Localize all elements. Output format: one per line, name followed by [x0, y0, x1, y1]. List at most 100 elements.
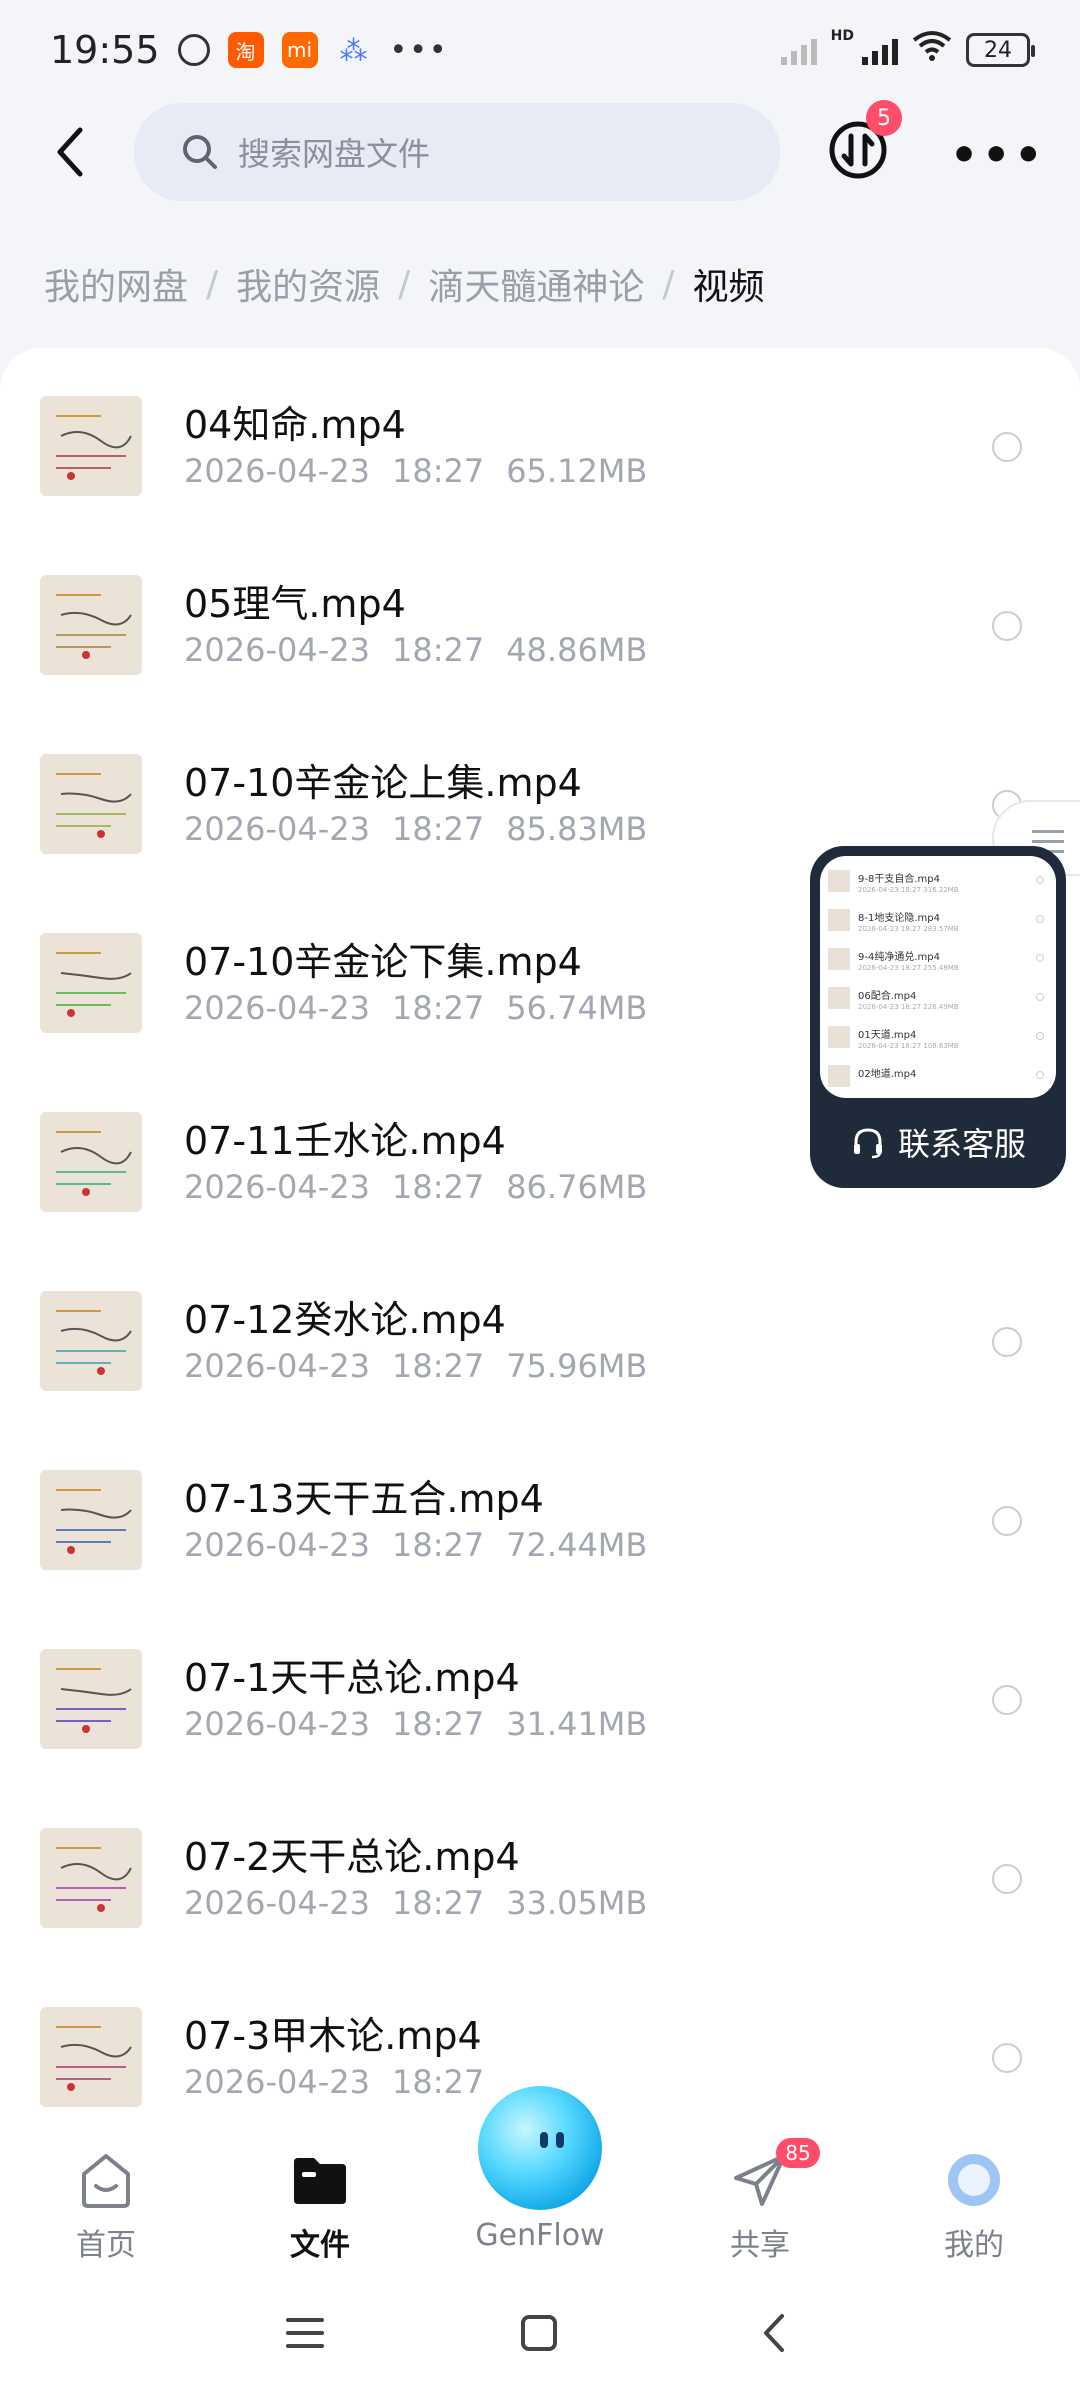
back-triangle-icon[interactable]	[750, 2308, 800, 2358]
home-square-icon[interactable]	[514, 2308, 564, 2358]
file-row[interactable]: 04知命.mp4 2026-04-23 18:27 65.12MB	[0, 348, 1080, 501]
alarm-icon	[177, 34, 210, 66]
file-name: 07-2天干总论.mp4	[184, 1835, 520, 1879]
breadcrumb-item-my-drive[interactable]: 我的网盘	[44, 258, 188, 310]
more-options-button[interactable]: •••	[950, 130, 1046, 181]
preview-row: 01天道.mp4 2026-04-23 18:27 108.63MB	[828, 1022, 1048, 1062]
file-time: 18:27	[391, 1168, 485, 1206]
floating-preview-screen: 9-8干支自合.mp4 2026-04-23 18:27 316.22MB 8-1地…	[820, 856, 1056, 1098]
back-button[interactable]	[40, 122, 100, 182]
file-row[interactable]: 07-2天干总论.mp4 2026-04-23 18:27 33.05MB	[0, 1754, 1080, 1933]
preview-file-name: 02地道.mp4	[858, 1069, 917, 1080]
file-row[interactable]: 07-13天干五合.mp4 2026-04-23 18:27 72.44MB	[0, 1396, 1080, 1575]
more-notifications-icon: •••	[389, 32, 449, 68]
file-name: 07-13天干五合.mp4	[184, 1477, 544, 1521]
breadcrumb-item-my-resources[interactable]: 我的资源	[236, 258, 380, 310]
file-meta: 2026-04-23 18:27 86.76MB	[184, 1168, 647, 1206]
menu-icon[interactable]	[280, 2308, 330, 2358]
file-meta: 2026-04-23 18:27 56.74MB	[184, 989, 647, 1027]
nav-files[interactable]: 文件	[240, 2148, 400, 2264]
nav-genflow-label[interactable]: GenFlow	[460, 2218, 620, 2253]
floating-preview-window[interactable]: 9-8干支自合.mp4 2026-04-23 18:27 316.22MB 8-1地…	[810, 846, 1066, 1188]
bottom-nav: 首页 文件 GenFlow 共享 85 我的	[0, 2086, 1080, 2268]
nav-home[interactable]: 首页	[26, 2148, 186, 2264]
video-thumbnail	[40, 1828, 142, 1928]
preview-checkbox	[1036, 954, 1044, 962]
file-size: 86.76MB	[506, 1168, 648, 1206]
file-date: 2026-04-23	[184, 1705, 370, 1743]
headset-icon	[853, 1128, 882, 1159]
preview-file-meta: 2026-04-23 18:27 108.63MB	[858, 1042, 959, 1050]
search-input[interactable]: 搜索网盘文件	[134, 103, 780, 201]
file-row[interactable]: 07-12癸水论.mp4 2026-04-23 18:27 75.96MB	[0, 1217, 1080, 1396]
preview-row: 8-1地支论隐.mp4 2026-04-23 18:27 283.57MB	[828, 905, 1048, 945]
breadcrumb-separator: /	[662, 263, 675, 305]
select-checkbox[interactable]	[992, 1685, 1022, 1715]
preview-thumbnail	[828, 1026, 850, 1048]
status-bar: 19:55 淘 mi ⁂ ••• HD 24	[0, 0, 1080, 100]
file-time: 18:27	[391, 2063, 485, 2101]
preview-row: 06配合.mp4 2026-04-23 18:27 226.49MB	[828, 983, 1048, 1023]
file-date: 2026-04-23	[184, 1884, 370, 1922]
avatar-icon	[948, 2154, 1000, 2206]
file-date: 2026-04-23	[184, 989, 370, 1027]
preview-thumbnail	[828, 948, 850, 970]
file-row[interactable]: 07-1天干总论.mp4 2026-04-23 18:27 31.41MB	[0, 1575, 1080, 1754]
file-meta: 2026-04-23 18:27	[184, 2063, 506, 2101]
select-checkbox[interactable]	[992, 1864, 1022, 1894]
preview-thumbnail	[828, 909, 850, 931]
file-name: 07-12癸水论.mp4	[184, 1298, 506, 1342]
video-thumbnail	[40, 754, 142, 854]
file-size: 48.86MB	[506, 631, 648, 669]
preview-file-meta: 2026-04-23 18:27 226.49MB	[858, 1003, 959, 1011]
preview-checkbox	[1036, 876, 1044, 884]
select-checkbox[interactable]	[992, 1327, 1022, 1357]
file-date: 2026-04-23	[184, 2063, 370, 2101]
home-icon	[82, 2154, 130, 2208]
breadcrumb-current: 视频	[692, 267, 765, 308]
file-name: 07-11壬水论.mp4	[184, 1119, 506, 1163]
preview-file-meta: 2026-04-23 18:27 255.48MB	[858, 964, 959, 972]
file-time: 18:27	[391, 1884, 485, 1922]
file-row[interactable]: 05理气.mp4 2026-04-23 18:27 48.86MB	[0, 501, 1080, 680]
breadcrumb: 我的网盘 / 我的资源 / 滴天髓通神论 / 视频	[44, 258, 764, 310]
file-meta: 2026-04-23 18:27 48.86MB	[184, 631, 647, 669]
file-name: 07-3甲木论.mp4	[184, 2014, 482, 2058]
top-bar: 搜索网盘文件 5 •••	[0, 100, 1080, 210]
nav-share[interactable]: 共享	[680, 2148, 840, 2264]
file-date: 2026-04-23	[184, 1347, 370, 1385]
nav-files-label: 文件	[290, 2228, 350, 2263]
file-time: 18:27	[391, 631, 485, 669]
file-time: 18:27	[391, 1347, 485, 1385]
video-thumbnail	[40, 1470, 142, 1570]
preview-checkbox	[1036, 1071, 1044, 1079]
file-size: 75.96MB	[506, 1347, 648, 1385]
video-thumbnail	[40, 1291, 142, 1391]
select-checkbox[interactable]	[992, 611, 1022, 641]
file-date: 2026-04-23	[184, 1526, 370, 1564]
preview-row: 9-4纯净通兑.mp4 2026-04-23 18:27 255.48MB	[828, 944, 1048, 984]
search-icon	[183, 135, 217, 169]
file-meta: 2026-04-23 18:27 75.96MB	[184, 1347, 647, 1385]
file-time: 18:27	[391, 810, 485, 848]
nav-me[interactable]: 我的	[894, 2148, 1054, 2264]
video-thumbnail	[40, 575, 142, 675]
preview-checkbox	[1036, 993, 1044, 1001]
select-checkbox[interactable]	[992, 1506, 1022, 1536]
battery-indicator: 24	[966, 33, 1035, 67]
file-size: 72.44MB	[506, 1526, 648, 1564]
file-meta: 2026-04-23 18:27 31.41MB	[184, 1705, 647, 1743]
select-checkbox[interactable]	[992, 432, 1022, 462]
select-checkbox[interactable]	[992, 2043, 1022, 2073]
customer-service-button[interactable]: 联系客服	[820, 1098, 1056, 1186]
genflow-orb-icon[interactable]	[478, 2086, 602, 2210]
file-list: 04知命.mp4 2026-04-23 18:27 65.12MB 05理气.mp4 20…	[0, 348, 1080, 2128]
file-row[interactable]: 07-10辛金论上集.mp4 2026-04-23 18:27 85.83MB	[0, 680, 1080, 859]
folder-icon	[294, 2158, 346, 2204]
preview-checkbox	[1036, 1032, 1044, 1040]
share-count-badge: 85	[776, 2138, 820, 2168]
file-name: 07-1天干总论.mp4	[184, 1656, 520, 1700]
file-size: 65.12MB	[506, 452, 648, 490]
breadcrumb-item-folder[interactable]: 滴天髓通神论	[428, 258, 644, 310]
cloud-icon: ⁂	[339, 33, 368, 67]
